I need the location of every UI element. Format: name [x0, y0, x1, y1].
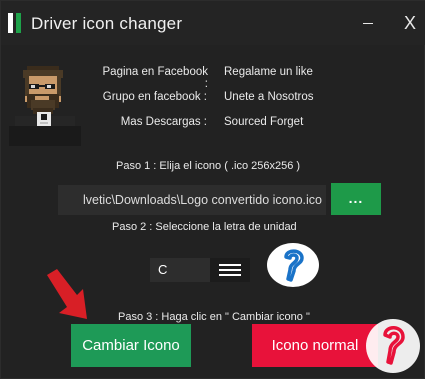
drive-dropdown-button[interactable]	[210, 258, 250, 282]
help-bubble-icon	[267, 243, 319, 287]
drive-letter: C	[158, 262, 168, 277]
menu-icon-line	[219, 264, 241, 266]
app-window: Driver icon changer X Pagina en Facebook…	[0, 0, 425, 379]
normal-icon-button[interactable]: Icono normal	[252, 324, 378, 367]
change-icon-button[interactable]: Cambiar Icono	[71, 324, 191, 367]
facebook-page-label: Pagina en Facebook :	[102, 66, 209, 90]
title-bar: Driver icon changer X	[1, 1, 425, 45]
close-button[interactable]: X	[395, 11, 425, 35]
facebook-page-link[interactable]: Regalame un like	[224, 66, 313, 78]
avatar	[9, 66, 81, 146]
facebook-group-link[interactable]: Unete a Nosotros	[224, 91, 314, 103]
drive-select[interactable]: C	[150, 258, 250, 282]
minimize-icon	[363, 23, 373, 24]
facebook-group-label: Grupo en facebook :	[102, 91, 207, 103]
app-icon	[8, 13, 24, 33]
menu-icon-line	[219, 269, 241, 271]
help-logo-icon	[366, 319, 420, 373]
step1-label: Paso 1 : Elija el icono ( .ico 256x256 )	[116, 160, 301, 172]
step2-label: Paso 2 : Seleccione la letra de unidad	[112, 221, 297, 233]
minimize-button[interactable]	[353, 11, 383, 35]
downloads-link[interactable]: Sourced Forget	[224, 116, 303, 128]
menu-icon-line	[219, 274, 241, 276]
browse-button[interactable]: ...	[331, 183, 381, 215]
window-title: Driver icon changer	[31, 14, 183, 33]
icon-path-input[interactable]: lvetic\Downloads\Logo convertido icono.i…	[58, 185, 326, 215]
step3-label: Paso 3 : Haga clic en " Cambiar icono "	[118, 311, 310, 323]
red-arrow-icon	[47, 269, 87, 319]
downloads-label: Mas Descargas :	[120, 116, 207, 128]
